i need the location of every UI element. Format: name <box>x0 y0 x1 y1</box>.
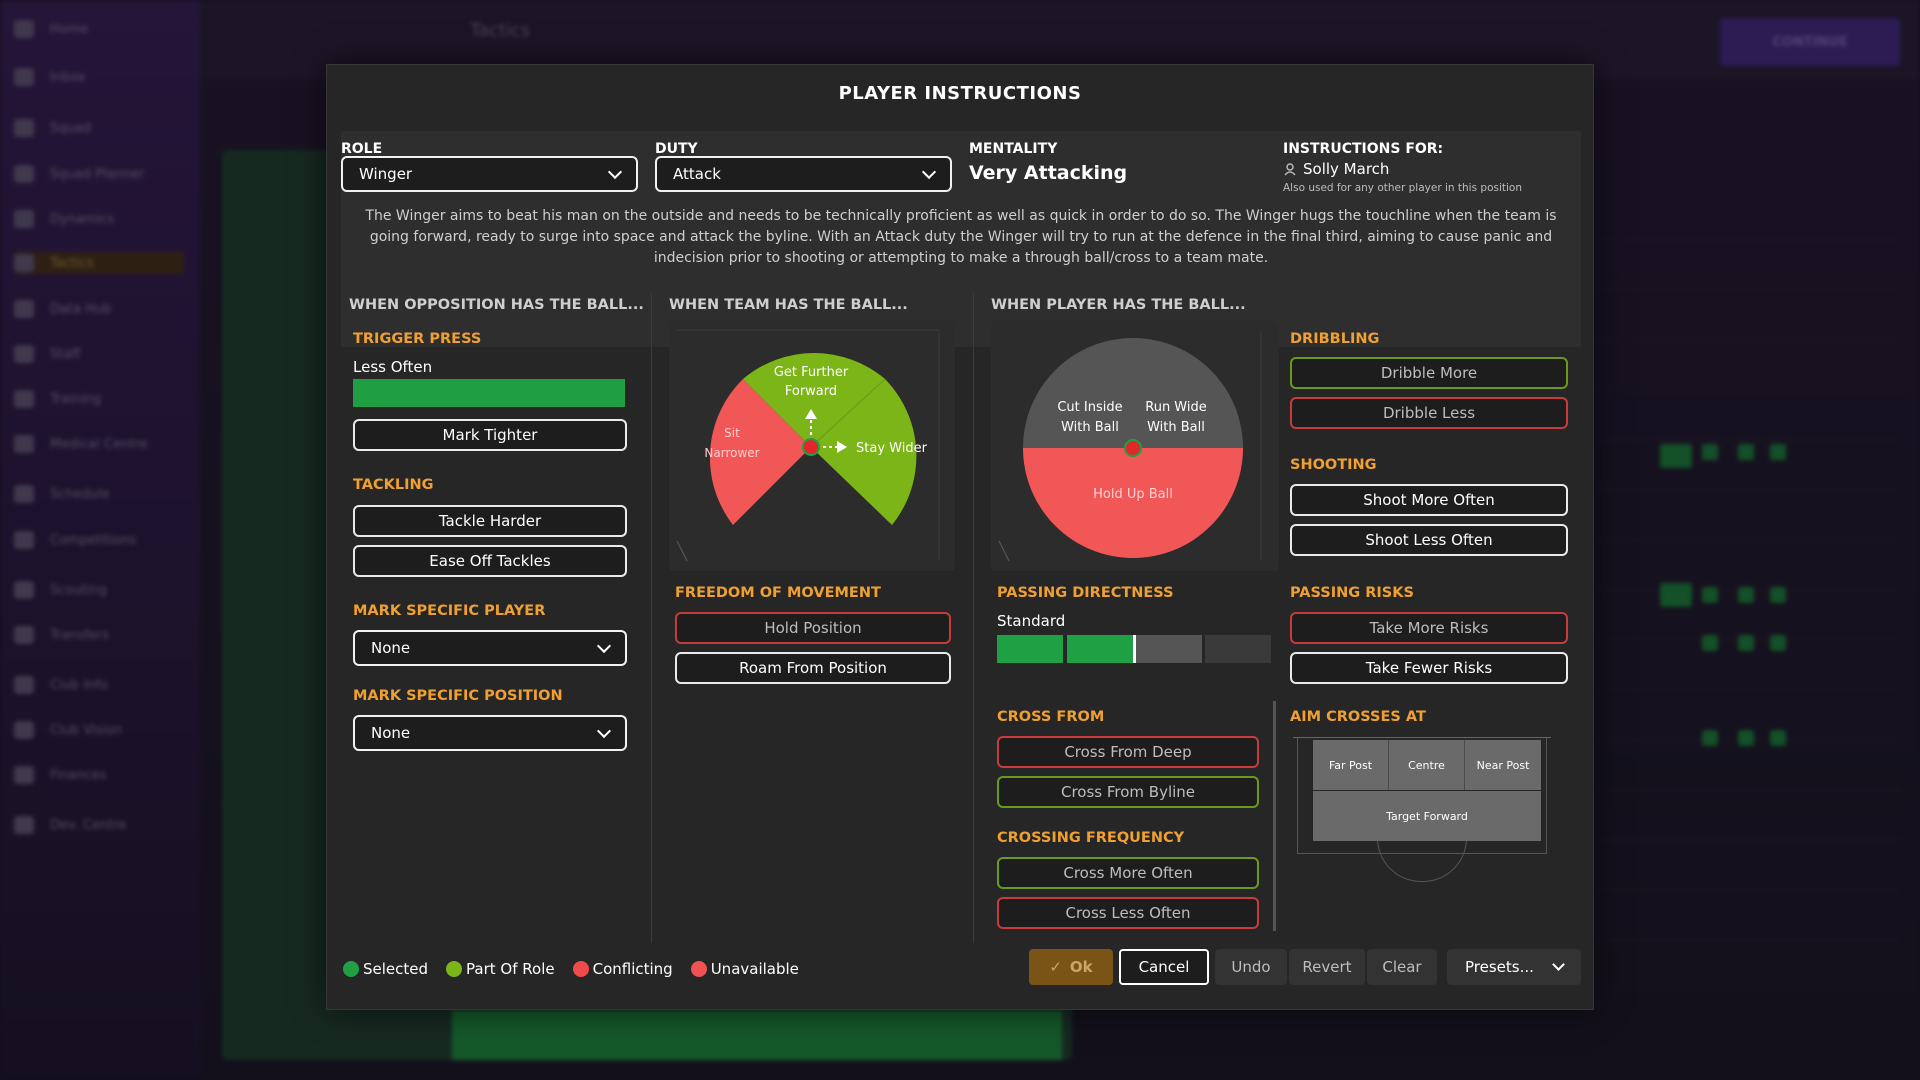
ease-off-tackles-button[interactable]: Ease Off Tackles <box>353 545 627 577</box>
movement-wheel: Get Further Forward Sit Narrower Stay Wi… <box>676 329 940 562</box>
cross-more-often-button[interactable]: Cross More Often <box>997 857 1259 889</box>
shoot-more-often-button[interactable]: Shoot More Often <box>1290 484 1568 516</box>
get-further-forward-label: Get Further <box>774 365 849 380</box>
part-of-role-dot-icon <box>446 961 463 977</box>
svg-text:Narrower: Narrower <box>704 446 759 460</box>
target-forward-target[interactable]: Target Forward <box>1313 791 1541 841</box>
chevron-down-icon <box>1552 958 1565 971</box>
passing-directness-label: PASSING DIRECTNESS <box>997 585 1174 601</box>
modal-title: PLAYER INSTRUCTIONS <box>838 83 1082 104</box>
presets-button[interactable]: Presets... <box>1447 949 1581 985</box>
cross-from-byline-button[interactable]: Cross From Byline <box>997 776 1259 808</box>
selected-dot-icon <box>343 961 359 977</box>
aim-crosses-label: AIM CROSSES AT <box>1290 709 1426 725</box>
cancel-button[interactable]: Cancel <box>1119 949 1209 985</box>
cross-from-label: CROSS FROM <box>997 709 1105 725</box>
cross-less-often-button[interactable]: Cross Less Often <box>997 897 1259 929</box>
mark-player-dropdown[interactable]: None <box>353 630 627 666</box>
role-info-panel: ROLE Winger DUTY Attack MENTALITY Very A… <box>341 131 1581 347</box>
unavailable-dot-icon <box>690 961 707 977</box>
mark-position-dropdown[interactable]: None <box>353 715 627 751</box>
shoot-less-often-button[interactable]: Shoot Less Often <box>1290 524 1568 556</box>
opposition-heading: WHEN OPPOSITION HAS THE BALL... <box>349 297 644 313</box>
cut-inside-label: Cut Inside <box>1057 400 1122 415</box>
run-wide-label: Run Wide <box>1145 400 1207 415</box>
stay-wider-label: Stay Wider <box>856 441 928 456</box>
cross-from-deep-button[interactable]: Cross From Deep <box>997 736 1259 768</box>
svg-text:Forward: Forward <box>785 384 837 399</box>
shooting-label: SHOOTING <box>1290 457 1377 473</box>
player-selector[interactable]: Solly March <box>1283 160 1389 178</box>
take-fewer-risks-button[interactable]: Take Fewer Risks <box>1290 652 1568 684</box>
chevron-down-icon <box>921 164 937 180</box>
player-heading: WHEN PLAYER HAS THE BALL... <box>991 297 1246 313</box>
aim-crosses-diagram: Far Post Centre Near Post Target Forward <box>1293 737 1551 882</box>
player-name: Solly March <box>1303 160 1390 178</box>
cut-inside-run-wide-zone[interactable] <box>1023 338 1243 448</box>
hold-up-ball-label: Hold Up Ball <box>1093 487 1173 502</box>
chevron-down-icon <box>596 723 612 739</box>
mentality-value: Very Attacking <box>969 162 1128 184</box>
svg-text:With Ball: With Ball <box>1061 420 1119 435</box>
mentality-label: MENTALITY <box>969 141 1058 157</box>
centre-target[interactable]: Centre <box>1389 740 1465 790</box>
duty-label: DUTY <box>655 141 698 157</box>
dribble-more-button[interactable]: Dribble More <box>1290 357 1568 389</box>
ok-button[interactable]: ✓ Ok <box>1029 949 1113 985</box>
chevron-down-icon <box>596 638 612 654</box>
clear-button[interactable]: Clear <box>1367 949 1437 985</box>
trigger-press-label: TRIGGER PRESS <box>353 331 482 347</box>
take-more-risks-button[interactable]: Take More Risks <box>1290 612 1568 644</box>
chevron-down-icon <box>607 164 623 180</box>
mark-player-label: MARK SPECIFIC PLAYER <box>353 603 546 619</box>
roam-from-position-button[interactable]: Roam From Position <box>675 652 951 684</box>
player-position-dot <box>802 438 820 456</box>
hold-up-ball-zone[interactable] <box>1023 448 1243 558</box>
sit-narrower-label: Sit <box>724 426 740 440</box>
role-dropdown[interactable]: Winger <box>341 156 638 192</box>
role-description: The Winger aims to beat his man on the o… <box>365 208 1557 266</box>
revert-button[interactable]: Revert <box>1289 949 1365 985</box>
movement-wheel-panel: Get Further Forward Sit Narrower Stay Wi… <box>669 321 955 571</box>
team-heading: WHEN TEAM HAS THE BALL... <box>669 297 908 313</box>
freedom-label: FREEDOM OF MOVEMENT <box>675 585 881 601</box>
near-post-target[interactable]: Near Post <box>1465 740 1541 790</box>
passing-risks-label: PASSING RISKS <box>1290 585 1414 601</box>
tackling-label: TACKLING <box>353 477 434 493</box>
duty-dropdown[interactable]: Attack <box>655 156 952 192</box>
passing-directness-value: Standard <box>997 612 1066 630</box>
ball-wheel: Cut Inside With Ball Run Wide With Ball … <box>998 330 1262 562</box>
player-ball-dot <box>1124 439 1142 457</box>
ball-wheel-panel: Cut Inside With Ball Run Wide With Ball … <box>991 321 1279 571</box>
conflicting-dot-icon <box>572 961 589 977</box>
dribbling-label: DRIBBLING <box>1290 331 1380 347</box>
svg-text:With Ball: With Ball <box>1147 420 1205 435</box>
trigger-press-value: Less Often <box>353 358 433 376</box>
also-used-note: Also used for any other player in this p… <box>1283 182 1522 194</box>
legend: Selected Part Of Role Conflicting Unavai… <box>343 960 807 978</box>
check-icon: ✓ <box>1049 958 1062 976</box>
role-label: ROLE <box>341 141 383 157</box>
undo-button[interactable]: Undo <box>1215 949 1287 985</box>
instructions-for-label: INSTRUCTIONS FOR: <box>1283 141 1444 157</box>
tackle-harder-button[interactable]: Tackle Harder <box>353 505 627 537</box>
person-icon <box>1284 163 1296 176</box>
dribble-less-button[interactable]: Dribble Less <box>1290 397 1568 429</box>
far-post-target[interactable]: Far Post <box>1313 740 1389 790</box>
hold-position-button[interactable]: Hold Position <box>675 612 951 644</box>
player-instructions-modal: PLAYER INSTRUCTIONS ROLE Winger DUTY Att… <box>326 64 1594 1010</box>
trigger-press-slider[interactable] <box>353 379 625 407</box>
mark-tighter-button[interactable]: Mark Tighter <box>353 419 627 451</box>
crossing-frequency-label: CROSSING FREQUENCY <box>997 830 1185 846</box>
mark-position-label: MARK SPECIFIC POSITION <box>353 688 563 704</box>
